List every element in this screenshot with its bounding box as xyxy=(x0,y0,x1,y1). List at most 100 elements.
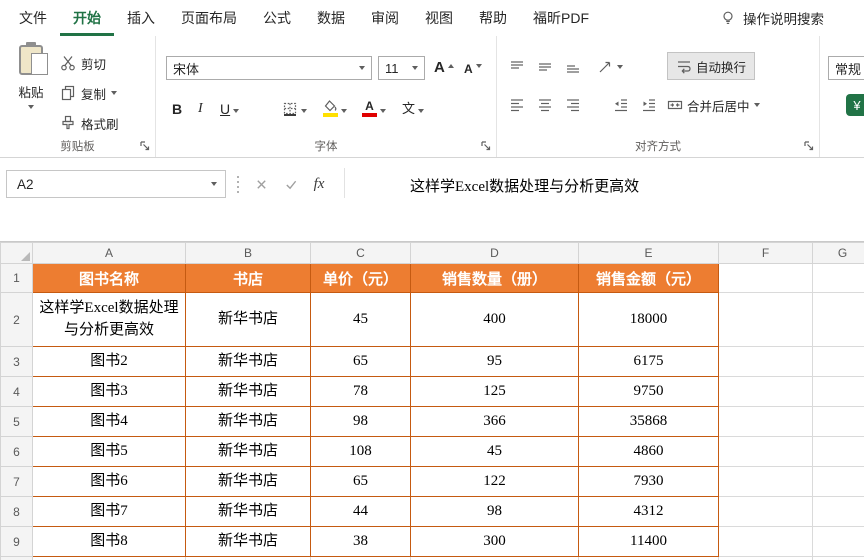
decrease-indent-button[interactable] xyxy=(613,92,629,118)
cell-D10[interactable] xyxy=(410,556,579,560)
cell-D7[interactable]: 122 xyxy=(410,466,579,497)
cell-C3[interactable]: 65 xyxy=(310,346,411,377)
cell-E5[interactable]: 35868 xyxy=(578,406,719,437)
cell-D4[interactable]: 125 xyxy=(410,376,579,407)
formula-input[interactable]: 这样学Excel数据处理与分析更高效 xyxy=(410,175,639,196)
cell-C6[interactable]: 108 xyxy=(310,436,411,467)
cell-G9[interactable] xyxy=(812,526,864,557)
cancel-button[interactable] xyxy=(250,174,272,194)
font-name-combo[interactable]: 宋体 xyxy=(166,56,372,80)
cell-G1[interactable] xyxy=(812,263,864,293)
cell-F1[interactable] xyxy=(718,263,813,293)
cell-A10[interactable] xyxy=(32,556,186,560)
increase-font-size-button[interactable]: A xyxy=(434,53,454,79)
tell-me-search[interactable]: 操作说明搜索 xyxy=(720,0,824,36)
cell-E7[interactable]: 7930 xyxy=(578,466,719,497)
clipboard-dialog-launcher[interactable] xyxy=(139,140,151,152)
cell-D3[interactable]: 95 xyxy=(410,346,579,377)
row-header-6[interactable]: 6 xyxy=(0,436,33,467)
select-all-button[interactable] xyxy=(0,242,33,264)
align-bottom-button[interactable] xyxy=(565,54,581,80)
cell-F5[interactable] xyxy=(718,406,813,437)
cell-A5[interactable]: 图书4 xyxy=(32,406,186,437)
row-header-8[interactable]: 8 xyxy=(0,496,33,527)
phonetic-button[interactable]: 文 xyxy=(402,94,425,120)
column-header-E[interactable]: E xyxy=(578,242,719,264)
cell-D2[interactable]: 400 xyxy=(410,292,579,347)
ribbon-tab[interactable]: 开始 xyxy=(60,0,114,36)
cell-C9[interactable]: 38 xyxy=(310,526,411,557)
column-header-B[interactable]: B xyxy=(185,242,311,264)
cell-G5[interactable] xyxy=(812,406,864,437)
cell-C1[interactable]: 单价（元） xyxy=(310,263,411,293)
cell-B2[interactable]: 新华书店 xyxy=(185,292,311,347)
cell-C8[interactable]: 44 xyxy=(310,496,411,527)
cell-B6[interactable]: 新华书店 xyxy=(185,436,311,467)
cell-F7[interactable] xyxy=(718,466,813,497)
alignment-dialog-launcher[interactable] xyxy=(803,140,815,152)
cell-G7[interactable] xyxy=(812,466,864,497)
italic-button[interactable]: I xyxy=(198,94,203,120)
cell-C5[interactable]: 98 xyxy=(310,406,411,437)
row-header-3[interactable]: 3 xyxy=(0,346,33,377)
ribbon-tab[interactable]: 视图 xyxy=(412,0,466,36)
cell-E4[interactable]: 9750 xyxy=(578,376,719,407)
row-header-9[interactable]: 9 xyxy=(0,526,33,557)
cell-F4[interactable] xyxy=(718,376,813,407)
insert-function-button[interactable]: fx xyxy=(308,174,330,194)
cell-E10[interactable] xyxy=(578,556,719,560)
cell-B1[interactable]: 书店 xyxy=(185,263,311,293)
cell-A2[interactable]: 这样学Excel数据处理与分析更高效 xyxy=(32,292,186,347)
cell-C7[interactable]: 65 xyxy=(310,466,411,497)
cell-F9[interactable] xyxy=(718,526,813,557)
paste-button[interactable]: 粘贴 xyxy=(8,43,54,138)
cell-A7[interactable]: 图书6 xyxy=(32,466,186,497)
cell-A3[interactable]: 图书2 xyxy=(32,346,186,377)
cell-F8[interactable] xyxy=(718,496,813,527)
cut-button[interactable]: 剪切 xyxy=(60,50,106,76)
decrease-font-size-button[interactable]: A xyxy=(464,53,482,79)
cell-F2[interactable] xyxy=(718,292,813,347)
enter-button[interactable] xyxy=(280,174,302,194)
copy-button[interactable]: 复制 xyxy=(60,80,118,106)
name-box[interactable]: A2 xyxy=(6,170,226,198)
cell-G2[interactable] xyxy=(812,292,864,347)
font-dialog-launcher[interactable] xyxy=(480,140,492,152)
borders-button[interactable] xyxy=(282,94,307,120)
merge-center-button[interactable]: 合并后居中 xyxy=(667,92,760,118)
fill-color-button[interactable] xyxy=(322,94,347,120)
cell-A6[interactable]: 图书5 xyxy=(32,436,186,467)
cell-B8[interactable]: 新华书店 xyxy=(185,496,311,527)
cell-A8[interactable]: 图书7 xyxy=(32,496,186,527)
wrap-text-button[interactable]: 自动换行 xyxy=(667,52,756,80)
cell-G8[interactable] xyxy=(812,496,864,527)
cell-G6[interactable] xyxy=(812,436,864,467)
cell-B5[interactable]: 新华书店 xyxy=(185,406,311,437)
cell-A4[interactable]: 图书3 xyxy=(32,376,186,407)
cell-D9[interactable]: 300 xyxy=(410,526,579,557)
cell-B9[interactable]: 新华书店 xyxy=(185,526,311,557)
column-header-F[interactable]: F xyxy=(718,242,813,264)
align-top-button[interactable] xyxy=(509,54,525,80)
cell-E6[interactable]: 4860 xyxy=(578,436,719,467)
cell-E1[interactable]: 销售金额（元） xyxy=(578,263,719,293)
row-header-7[interactable]: 7 xyxy=(0,466,33,497)
cell-D5[interactable]: 366 xyxy=(410,406,579,437)
ribbon-tab[interactable]: 插入 xyxy=(114,0,168,36)
align-right-button[interactable] xyxy=(565,92,581,118)
row-header-10[interactable] xyxy=(0,556,33,560)
orientation-button[interactable] xyxy=(597,54,623,80)
cell-F6[interactable] xyxy=(718,436,813,467)
cell-B4[interactable]: 新华书店 xyxy=(185,376,311,407)
ribbon-tab[interactable]: 数据 xyxy=(304,0,358,36)
cell-E2[interactable]: 18000 xyxy=(578,292,719,347)
font-color-button[interactable]: A xyxy=(362,94,386,120)
cell-D6[interactable]: 45 xyxy=(410,436,579,467)
cell-G4[interactable] xyxy=(812,376,864,407)
cell-E8[interactable]: 4312 xyxy=(578,496,719,527)
column-header-C[interactable]: C xyxy=(310,242,411,264)
cell-D8[interactable]: 98 xyxy=(410,496,579,527)
ribbon-tab[interactable]: 公式 xyxy=(250,0,304,36)
cell-A9[interactable]: 图书8 xyxy=(32,526,186,557)
row-header-4[interactable]: 4 xyxy=(0,376,33,407)
